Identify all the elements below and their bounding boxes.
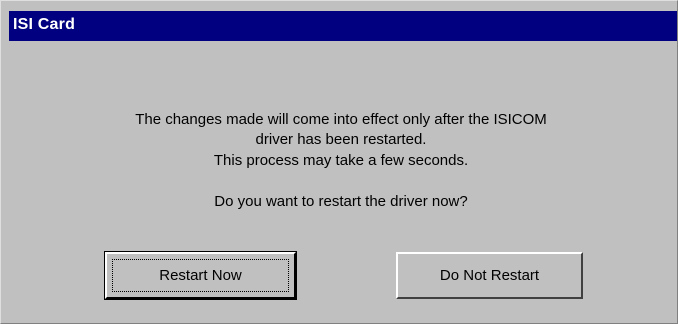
restart-now-label: Restart Now [159, 267, 242, 284]
restart-question: Do you want to restart the driver now? [214, 193, 468, 210]
do-not-restart-label: Do Not Restart [439, 267, 540, 284]
message-line-1: The changes made will come into effect o… [135, 111, 547, 128]
message-line-3: This process may take a few seconds. [213, 152, 469, 169]
title-bar[interactable]: ISI Card [9, 11, 677, 41]
message-line-2: driver has been restarted. [255, 131, 427, 148]
restart-now-button[interactable]: Restart Now [104, 251, 297, 300]
do-not-restart-button[interactable]: Do Not Restart [396, 252, 583, 299]
window-title: ISI Card [13, 16, 76, 33]
isi-card-dialog: ISI Card The changes made will come into… [0, 0, 678, 324]
